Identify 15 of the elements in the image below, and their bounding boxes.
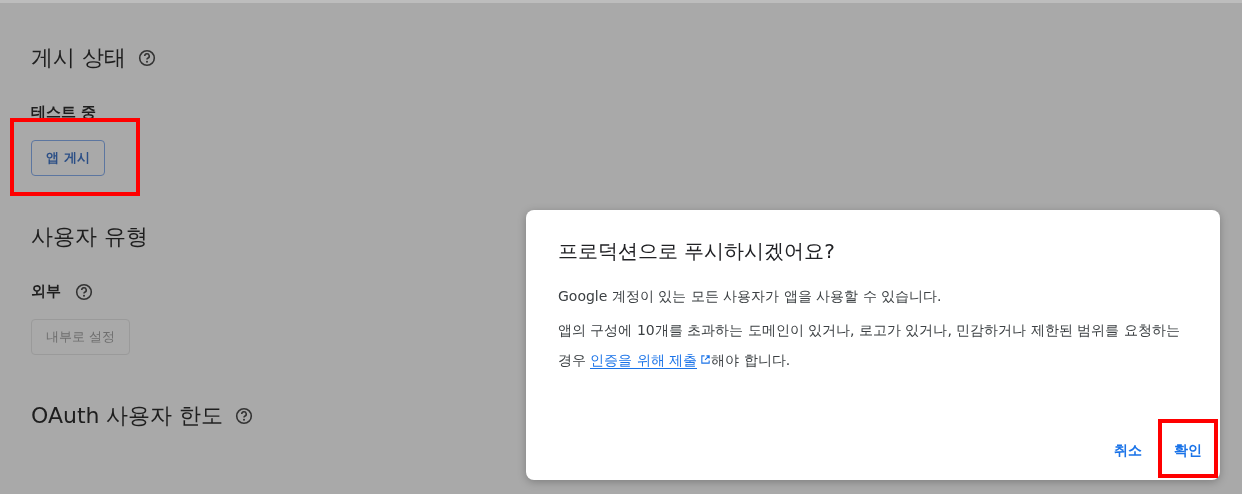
dialog-message: Google 계정이 있는 모든 사용자가 앱을 사용할 수 있습니다. [558, 287, 943, 306]
external-link-icon[interactable] [700, 354, 712, 365]
dialog-button[interactable]: 확인 [1160, 432, 1216, 470]
section-title: 게시 상태 [31, 44, 126, 72]
section-title: 사용자 유형 [31, 223, 148, 251]
help-icon[interactable] [235, 407, 254, 425]
help-icon[interactable] [138, 49, 156, 67]
dialog-title: 프로덕션으로 푸시하시겠어요? [558, 238, 836, 265]
help-icon[interactable] [75, 282, 93, 301]
section-title: OAuth 사용자 한도 [31, 402, 224, 430]
outline-button[interactable]: 앱 게시 [31, 140, 105, 176]
dialog-button[interactable]: 취소 [1100, 432, 1156, 470]
dialog-note: 앱의 구성에 10개를 초과하는 도메인이 있거나, 로고가 있거나, 민감하거나 제한된 범위를 요청하는 경우 인증을 위해 제출 해야 합니다. [558, 321, 1181, 371]
verification-link[interactable]: 인증을 위해 제출 [590, 352, 698, 369]
status-label: 외부 [31, 282, 61, 301]
